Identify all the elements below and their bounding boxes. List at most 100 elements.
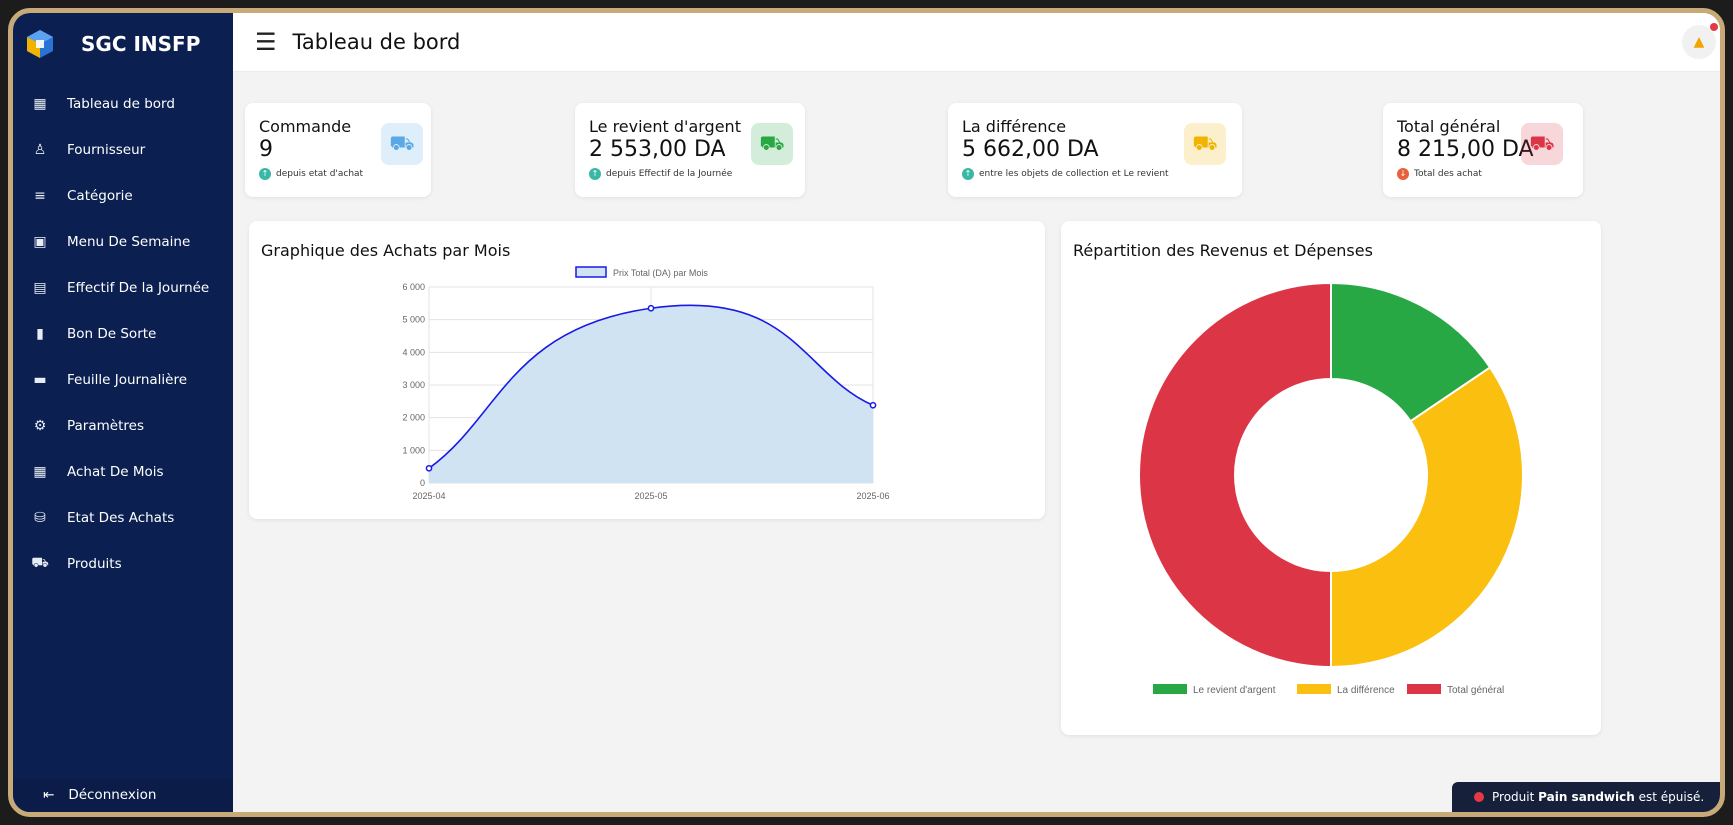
brand[interactable]: SGC INSFP bbox=[13, 13, 233, 75]
y-tick-label: 0 bbox=[420, 478, 425, 488]
line-area-fill bbox=[429, 305, 873, 483]
x-tick-label: 2025-04 bbox=[412, 491, 445, 501]
sidebar-item-cat-gorie[interactable]: ≡ Catégorie bbox=[13, 173, 233, 219]
stat-card-subtitle-row: ↑ depuis Effectif de la Journée bbox=[589, 168, 793, 180]
data-point[interactable] bbox=[425, 464, 433, 472]
y-tick-label: 6 000 bbox=[402, 282, 425, 292]
donut-chart-panel: Répartition des Revenus et Dépenses Le r… bbox=[1061, 221, 1601, 735]
app-window: SGC INSFP ▦ Tableau de bord ♙ Fournisseur ≡ C… bbox=[8, 8, 1725, 817]
brand-name: SGC INSFP bbox=[81, 32, 201, 56]
logo-icon bbox=[27, 30, 53, 58]
cart-icon: ⛟ bbox=[31, 555, 49, 571]
stat-card-subtitle: depuis etat d'achat bbox=[276, 169, 364, 179]
page-title: Tableau de bord bbox=[292, 30, 461, 54]
sidebar-item-etat-des-achats[interactable]: ⛁ Etat Des Achats bbox=[13, 495, 233, 541]
sidebar-item-label: Tableau de bord bbox=[67, 96, 175, 112]
database-icon: ⛁ bbox=[34, 510, 46, 526]
sidebar-item-label: Paramètres bbox=[67, 418, 144, 434]
toast-prefix: Produit bbox=[1492, 790, 1535, 804]
alert-dot-icon bbox=[1474, 792, 1484, 802]
legend-swatch bbox=[1153, 684, 1187, 694]
main-content: ☰ Tableau de bord ▲ Commande 9 ↑ depuis eta… bbox=[233, 13, 1720, 812]
legend-swatch bbox=[1297, 684, 1331, 694]
cart-icon: ⛟ bbox=[381, 123, 423, 165]
stat-card[interactable]: Total général 8 215,00 DA ↓ Total des achat… bbox=[1383, 103, 1583, 197]
legend-swatch bbox=[1407, 684, 1441, 694]
legend-swatch bbox=[575, 266, 607, 278]
x-tick-label: 2025-06 bbox=[856, 491, 889, 501]
sidebar-item-label: Etat Des Achats bbox=[67, 510, 175, 526]
stat-card[interactable]: Le revient d'argent 2 553,00 DA ↑ depuis Ef… bbox=[575, 103, 805, 197]
y-tick-label: 3 000 bbox=[402, 380, 425, 390]
sidebar-item-label: Bon De Sorte bbox=[67, 326, 157, 342]
clipboard-icon: ▤ bbox=[33, 280, 47, 296]
card-icon: ▬ bbox=[33, 372, 47, 388]
gear-icon: ⚙ bbox=[33, 418, 47, 434]
trend-up-icon: ↑ bbox=[259, 168, 271, 180]
grid-icon: ▦ bbox=[33, 96, 47, 112]
list-icon: ≡ bbox=[34, 188, 46, 204]
donut-slice[interactable] bbox=[1330, 366, 1524, 669]
legend-label: Le revient d'argent bbox=[1193, 685, 1276, 696]
cart-icon: ⛟ bbox=[751, 123, 793, 165]
grid-icon: ▦ bbox=[33, 464, 47, 480]
data-point[interactable] bbox=[647, 304, 655, 312]
donut-chart: Le revient d'argent La différence Total gé… bbox=[1138, 281, 1524, 696]
line-chart: 0 1 000 2 000 3 000 4 000 5 000 6 000 2025-04 20… bbox=[402, 266, 890, 501]
sidebar-item-effectif-de-la-journ-e[interactable]: ▤ Effectif De la Journée bbox=[13, 265, 233, 311]
sidebar-item-produits[interactable]: ⛟ Produits bbox=[13, 541, 233, 587]
sidebar-item-menu-de-semaine[interactable]: ▣ Menu De Semaine bbox=[13, 219, 233, 265]
sidebar-item-achat-de-mois[interactable]: ▦ Achat De Mois bbox=[13, 449, 233, 495]
sidebar-item-label: Effectif De la Journée bbox=[67, 280, 210, 296]
sidebar-item-param-tres[interactable]: ⚙ Paramètres bbox=[13, 403, 233, 449]
stat-card-subtitle-row: ↓ Total des achat bbox=[1397, 168, 1571, 180]
logout-label: Déconnexion bbox=[68, 787, 157, 803]
sidebar-item-bon-de-sorte[interactable]: ▮ Bon De Sorte bbox=[13, 311, 233, 357]
y-tick-label: 1 000 bbox=[402, 445, 425, 455]
sidebar-item-feuille-journali-re[interactable]: ▬ Feuille Journalière bbox=[13, 357, 233, 403]
legend-label: Prix Total (DA) par Mois bbox=[613, 268, 708, 278]
stock-alert-toast[interactable]: Produit Pain sandwich est épuisé. bbox=[1452, 782, 1720, 812]
y-tick-label: 5 000 bbox=[402, 315, 425, 325]
cart-icon: ⛟ bbox=[1184, 123, 1226, 165]
x-tick-label: 2025-05 bbox=[634, 491, 667, 501]
trend-up-icon: ↑ bbox=[589, 168, 601, 180]
sidebar-item-label: Feuille Journalière bbox=[67, 372, 188, 388]
user-icon: ♙ bbox=[33, 142, 47, 158]
stat-card[interactable]: La différence 5 662,00 DA ↑ entre les objet… bbox=[948, 103, 1242, 197]
sidebar: SGC INSFP ▦ Tableau de bord ♙ Fournisseur ≡ C… bbox=[13, 13, 233, 812]
y-tick-label: 4 000 bbox=[402, 347, 425, 357]
legend-label: La différence bbox=[1337, 685, 1395, 696]
logout-button[interactable]: ⇤ Déconnexion bbox=[13, 778, 233, 812]
stat-card-subtitle-row: ↑ entre les objets de collection et Le re… bbox=[962, 168, 1230, 180]
notification-bell-icon[interactable]: ▲ bbox=[1682, 23, 1718, 59]
sidebar-item-label: Achat De Mois bbox=[67, 464, 164, 480]
donut-slice[interactable] bbox=[1138, 281, 1332, 669]
calendar-icon: ▣ bbox=[33, 234, 47, 250]
stat-card-subtitle: Total des achat bbox=[1414, 169, 1482, 179]
sidebar-nav: ▦ Tableau de bord ♙ Fournisseur ≡ Catégorie ▣ M… bbox=[13, 81, 233, 587]
stat-card-subtitle-row: ↑ depuis etat d'achat bbox=[259, 168, 419, 180]
logout-icon: ⇤ bbox=[43, 787, 55, 803]
legend-label: Total général bbox=[1447, 685, 1504, 696]
data-point[interactable] bbox=[869, 401, 877, 409]
stat-card[interactable]: Commande 9 ↑ depuis etat d'achat ⛟ bbox=[245, 103, 431, 197]
trend-down-icon: ↓ bbox=[1397, 168, 1409, 180]
bar-chart-icon: ▮ bbox=[36, 326, 44, 342]
toast-product: Pain sandwich bbox=[1538, 790, 1635, 804]
toast-suffix: est épuisé. bbox=[1638, 790, 1705, 804]
stat-card-subtitle: entre les objets de collection et Le rev… bbox=[979, 169, 1169, 179]
topbar: ☰ Tableau de bord ▲ bbox=[233, 13, 1720, 72]
line-chart-panel: Graphique des Achats par Mois 01 000 2 00… bbox=[249, 221, 1045, 519]
sidebar-item-label: Catégorie bbox=[67, 188, 133, 204]
notification-dot bbox=[1710, 23, 1718, 31]
stat-card-subtitle: depuis Effectif de la Journée bbox=[606, 169, 733, 179]
y-tick-label: 2 000 bbox=[402, 413, 425, 423]
sidebar-item-label: Produits bbox=[67, 556, 122, 572]
sidebar-item-fournisseur[interactable]: ♙ Fournisseur bbox=[13, 127, 233, 173]
menu-toggle-icon[interactable]: ☰ bbox=[255, 30, 277, 54]
cart-icon: ⛟ bbox=[1521, 123, 1563, 165]
sidebar-item-label: Menu De Semaine bbox=[67, 234, 191, 250]
sidebar-item-label: Fournisseur bbox=[67, 142, 146, 158]
sidebar-item-tableau-de-bord[interactable]: ▦ Tableau de bord bbox=[13, 81, 233, 127]
